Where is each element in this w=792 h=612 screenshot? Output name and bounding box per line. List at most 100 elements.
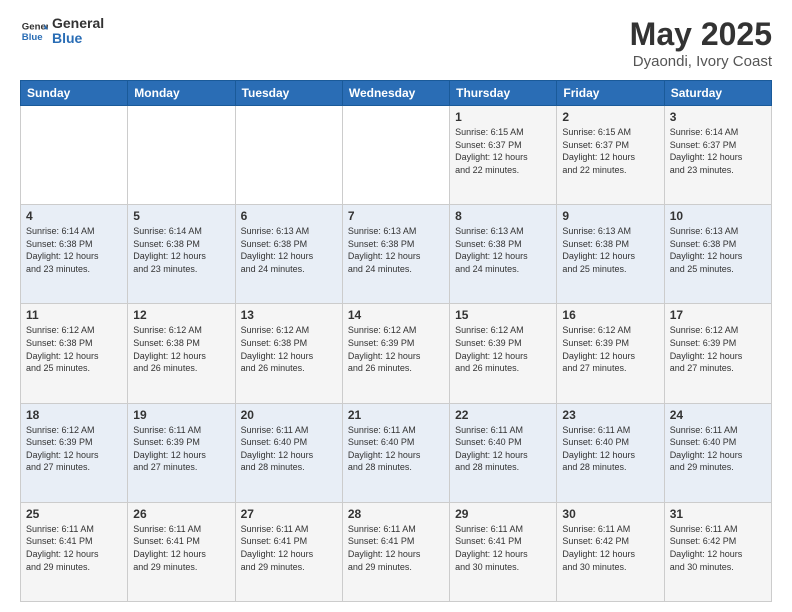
calendar-cell: 16Sunrise: 6:12 AM Sunset: 6:39 PM Dayli… — [557, 304, 664, 403]
calendar-week-3: 11 Sunrise: 6:12 AM Sunset: 6:38 PM Dayli… — [21, 304, 772, 403]
header: General Blue General Blue May 2025 Dyaon… — [20, 16, 772, 70]
day-info: Sunrise: 6:12 AM Sunset: 6:38 PM Dayligh… — [133, 324, 229, 374]
day-number: 23 — [562, 408, 658, 422]
day-number: 14 — [348, 308, 444, 322]
page: General Blue General Blue May 2025 Dyaon… — [0, 0, 792, 612]
day-info: Sunrise: 6:15 AM Sunset: 6:37 PM Dayligh… — [562, 126, 658, 176]
calendar-cell: 1 Sunrise: 6:15 AM Sunset: 6:37 PM Daylig… — [450, 106, 557, 205]
days-header-row: Sunday Monday Tuesday Wednesday Thursday… — [21, 81, 772, 106]
calendar-cell: 15 Sunrise: 6:12 AM Sunset: 6:39 PM Dayli… — [450, 304, 557, 403]
day-info: Sunrise: 6:12 AM Sunset: 6:38 PM Dayligh… — [241, 324, 337, 374]
calendar-cell: 3 Sunrise: 6:14 AM Sunset: 6:37 PM Daylig… — [664, 106, 771, 205]
day-info: Sunrise: 6:13 AM Sunset: 6:38 PM Dayligh… — [562, 225, 658, 275]
calendar-cell: 5Sunrise: 6:14 AM Sunset: 6:38 PM Daylig… — [128, 205, 235, 304]
calendar-cell: 10Sunrise: 6:13 AM Sunset: 6:38 PM Dayli… — [664, 205, 771, 304]
day-info: Sunrise: 6:11 AM Sunset: 6:41 PM Dayligh… — [348, 523, 444, 573]
header-tuesday: Tuesday — [235, 81, 342, 106]
calendar-cell: 6Sunrise: 6:13 AM Sunset: 6:38 PM Daylig… — [235, 205, 342, 304]
calendar-cell: 20Sunrise: 6:11 AM Sunset: 6:40 PM Dayli… — [235, 403, 342, 502]
day-number: 3 — [670, 110, 766, 124]
calendar-cell: 26 Sunrise: 6:11 AM Sunset: 6:41 PM Dayli… — [128, 502, 235, 601]
day-number: 16 — [562, 308, 658, 322]
day-info: Sunrise: 6:14 AM Sunset: 6:38 PM Dayligh… — [26, 225, 122, 275]
calendar-location: Dyaondi, Ivory Coast — [630, 53, 772, 70]
calendar-cell: 22 Sunrise: 6:11 AM Sunset: 6:40 PM Dayli… — [450, 403, 557, 502]
calendar-cell: 14 Sunrise: 6:12 AM Sunset: 6:39 PM Dayli… — [342, 304, 449, 403]
day-number: 1 — [455, 110, 551, 124]
header-monday: Monday — [128, 81, 235, 106]
day-info: Sunrise: 6:12 AM Sunset: 6:39 PM Dayligh… — [348, 324, 444, 374]
calendar-cell: 27 Sunrise: 6:11 AM Sunset: 6:41 PM Dayli… — [235, 502, 342, 601]
day-info: Sunrise: 6:11 AM Sunset: 6:41 PM Dayligh… — [133, 523, 229, 573]
day-number: 25 — [26, 507, 122, 521]
day-info: Sunrise: 6:13 AM Sunset: 6:38 PM Dayligh… — [455, 225, 551, 275]
calendar-cell: 17Sunrise: 6:12 AM Sunset: 6:39 PM Dayli… — [664, 304, 771, 403]
day-number: 21 — [348, 408, 444, 422]
calendar-cell: 11Sunrise: 6:12 AM Sunset: 6:38 PM Dayli… — [21, 304, 128, 403]
calendar-cell: 19 Sunrise: 6:11 AM Sunset: 6:39 PM Dayli… — [128, 403, 235, 502]
day-number: 27 — [241, 507, 337, 521]
calendar-table: Sunday Monday Tuesday Wednesday Thursday… — [20, 80, 772, 602]
day-info: Sunrise: 6:15 AM Sunset: 6:37 PM Dayligh… — [455, 126, 551, 176]
day-number: 11 — [26, 308, 122, 322]
day-number: 15 — [455, 308, 551, 322]
day-number: 2 — [562, 110, 658, 124]
day-number: 26 — [133, 507, 229, 521]
day-info: Sunrise: 6:11 AM Sunset: 6:41 PM Dayligh… — [26, 523, 122, 573]
day-number: 5 — [133, 209, 229, 223]
calendar-cell: 4Sunrise: 6:14 AM Sunset: 6:38 PM Daylig… — [21, 205, 128, 304]
day-number: 18 — [26, 408, 122, 422]
calendar-cell: 23 Sunrise: 6:11 AM Sunset: 6:40 PM Dayli… — [557, 403, 664, 502]
calendar-cell: 31Sunrise: 6:11 AM Sunset: 6:42 PM Dayli… — [664, 502, 771, 601]
calendar-cell: 2 Sunrise: 6:15 AM Sunset: 6:37 PM Daylig… — [557, 106, 664, 205]
title-block: May 2025 Dyaondi, Ivory Coast — [630, 16, 772, 70]
day-number: 24 — [670, 408, 766, 422]
calendar-cell: 8 Sunrise: 6:13 AM Sunset: 6:38 PM Daylig… — [450, 205, 557, 304]
day-info: Sunrise: 6:12 AM Sunset: 6:39 PM Dayligh… — [455, 324, 551, 374]
day-info: Sunrise: 6:11 AM Sunset: 6:41 PM Dayligh… — [455, 523, 551, 573]
header-saturday: Saturday — [664, 81, 771, 106]
logo: General Blue General Blue — [20, 16, 104, 47]
day-info: Sunrise: 6:11 AM Sunset: 6:40 PM Dayligh… — [670, 424, 766, 474]
calendar-week-4: 18 Sunrise: 6:12 AM Sunset: 6:39 PM Dayli… — [21, 403, 772, 502]
day-number: 13 — [241, 308, 337, 322]
day-info: Sunrise: 6:12 AM Sunset: 6:39 PM Dayligh… — [26, 424, 122, 474]
calendar-cell: 18 Sunrise: 6:12 AM Sunset: 6:39 PM Dayli… — [21, 403, 128, 502]
header-thursday: Thursday — [450, 81, 557, 106]
day-info: Sunrise: 6:11 AM Sunset: 6:39 PM Dayligh… — [133, 424, 229, 474]
calendar-cell: 30Sunrise: 6:11 AM Sunset: 6:42 PM Dayli… — [557, 502, 664, 601]
calendar-cell: 24 Sunrise: 6:11 AM Sunset: 6:40 PM Dayli… — [664, 403, 771, 502]
calendar-cell: 13 Sunrise: 6:12 AM Sunset: 6:38 PM Dayli… — [235, 304, 342, 403]
calendar-week-5: 25 Sunrise: 6:11 AM Sunset: 6:41 PM Dayli… — [21, 502, 772, 601]
header-sunday: Sunday — [21, 81, 128, 106]
day-info: Sunrise: 6:11 AM Sunset: 6:40 PM Dayligh… — [455, 424, 551, 474]
day-number: 29 — [455, 507, 551, 521]
calendar-title: May 2025 — [630, 16, 772, 53]
day-number: 22 — [455, 408, 551, 422]
day-info: Sunrise: 6:11 AM Sunset: 6:40 PM Dayligh… — [348, 424, 444, 474]
calendar-week-2: 4Sunrise: 6:14 AM Sunset: 6:38 PM Daylig… — [21, 205, 772, 304]
day-number: 7 — [348, 209, 444, 223]
day-info: Sunrise: 6:13 AM Sunset: 6:38 PM Dayligh… — [241, 225, 337, 275]
calendar-cell: 28 Sunrise: 6:11 AM Sunset: 6:41 PM Dayli… — [342, 502, 449, 601]
calendar-cell: 29 Sunrise: 6:11 AM Sunset: 6:41 PM Dayli… — [450, 502, 557, 601]
day-info: Sunrise: 6:11 AM Sunset: 6:41 PM Dayligh… — [241, 523, 337, 573]
calendar-cell: 21 Sunrise: 6:11 AM Sunset: 6:40 PM Dayli… — [342, 403, 449, 502]
logo-general: General — [52, 15, 104, 31]
day-number: 28 — [348, 507, 444, 521]
calendar-cell — [342, 106, 449, 205]
calendar-cell — [235, 106, 342, 205]
svg-text:General: General — [22, 22, 48, 33]
day-info: Sunrise: 6:11 AM Sunset: 6:40 PM Dayligh… — [241, 424, 337, 474]
day-info: Sunrise: 6:11 AM Sunset: 6:40 PM Dayligh… — [562, 424, 658, 474]
day-number: 19 — [133, 408, 229, 422]
day-number: 30 — [562, 507, 658, 521]
day-info: Sunrise: 6:14 AM Sunset: 6:37 PM Dayligh… — [670, 126, 766, 176]
day-number: 12 — [133, 308, 229, 322]
header-friday: Friday — [557, 81, 664, 106]
logo-blue: Blue — [52, 30, 82, 46]
header-wednesday: Wednesday — [342, 81, 449, 106]
day-info: Sunrise: 6:11 AM Sunset: 6:42 PM Dayligh… — [670, 523, 766, 573]
calendar-week-1: 1 Sunrise: 6:15 AM Sunset: 6:37 PM Daylig… — [21, 106, 772, 205]
day-number: 8 — [455, 209, 551, 223]
